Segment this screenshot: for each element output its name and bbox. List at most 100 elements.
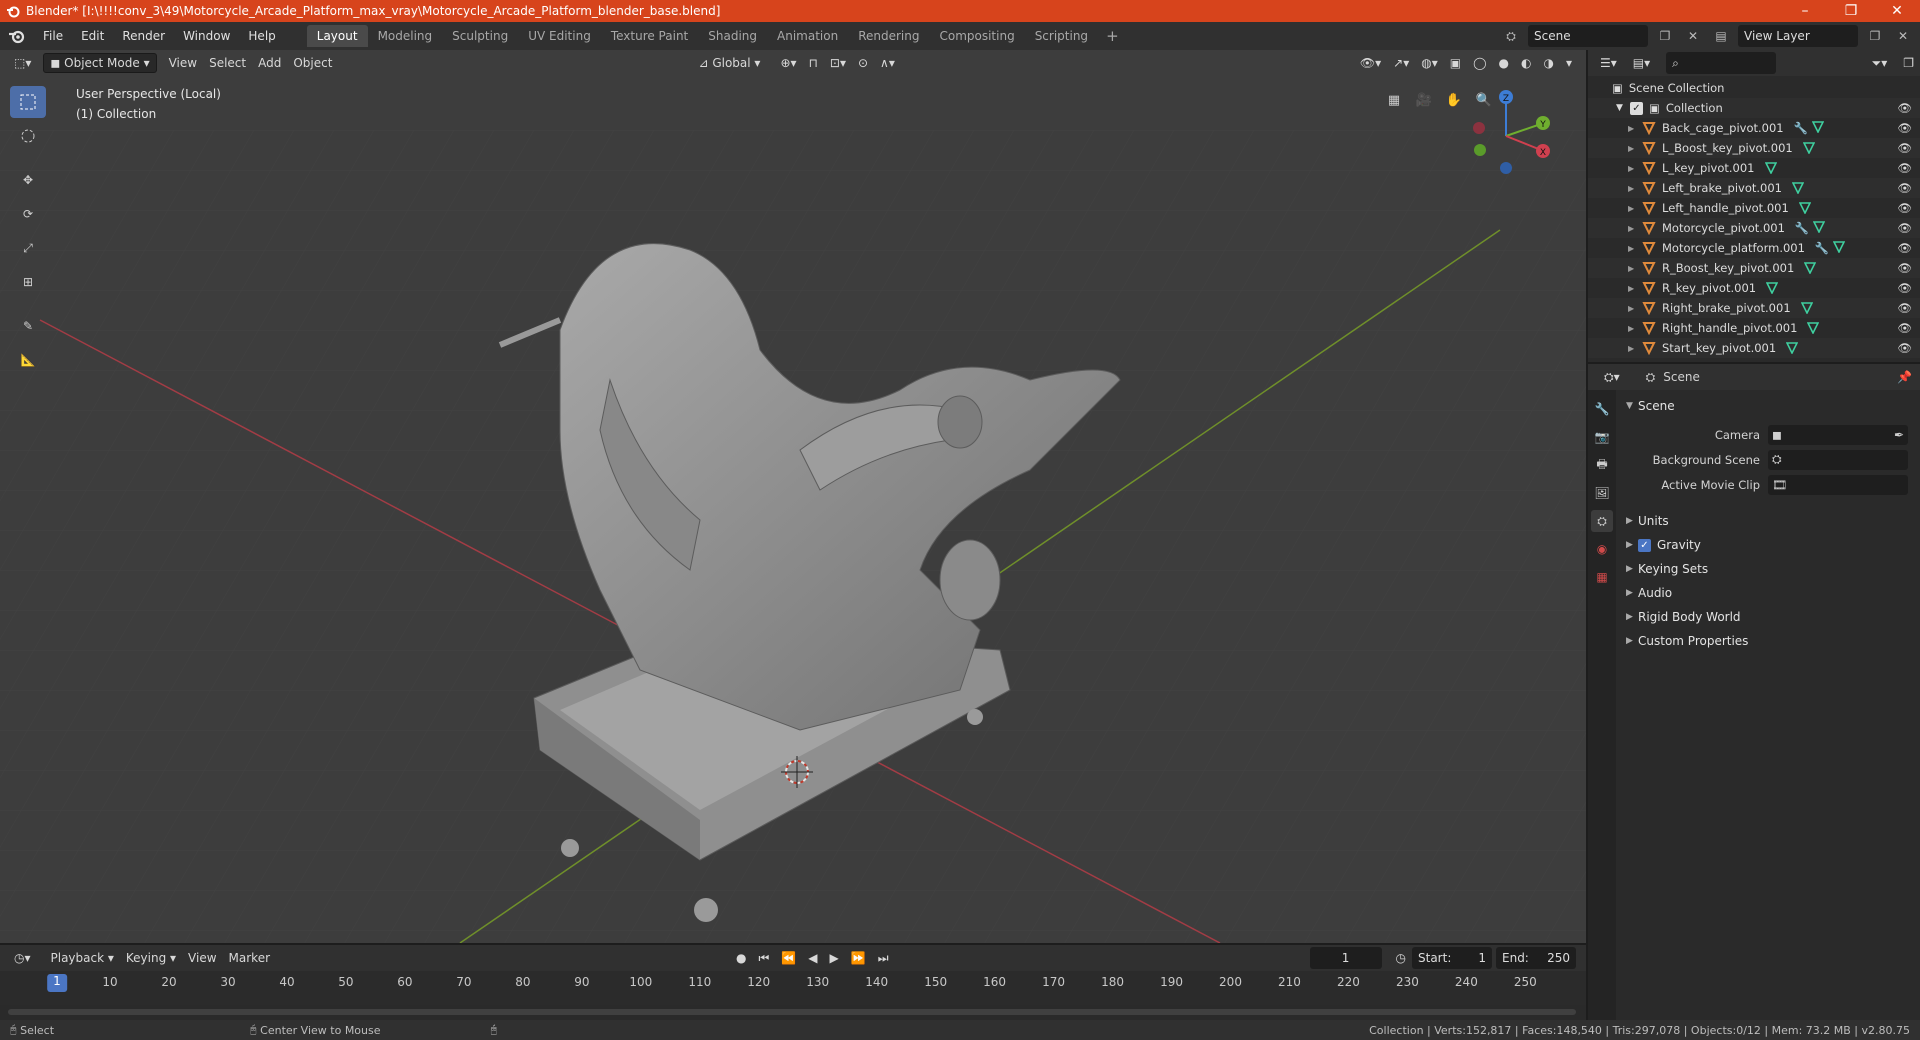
mesh-data-icon[interactable]	[1800, 302, 1813, 314]
filter-icon[interactable]: ⏷▾	[1866, 53, 1894, 73]
outliner-editor-type-icon[interactable]: ☰▾	[1594, 53, 1623, 73]
new-view-layer-icon[interactable]: ❐	[1864, 25, 1886, 47]
material-shading-icon[interactable]: ◐	[1515, 53, 1537, 73]
expand-arrow-icon[interactable]: ▶	[1628, 324, 1642, 333]
eye-icon[interactable]: 👁	[1897, 121, 1912, 135]
3d-viewport[interactable]: ⬚▾ ◼ Object Mode ▾ View Select Add Objec…	[0, 50, 1586, 943]
eyedropper-icon[interactable]: ✒	[1894, 428, 1904, 442]
rotate-tool[interactable]: ⟳	[10, 198, 46, 230]
solid-shading-icon[interactable]: ●	[1493, 53, 1515, 73]
tab-shading[interactable]: Shading	[698, 25, 767, 47]
texture-tab-icon[interactable]: ▦	[1591, 566, 1613, 588]
expand-arrow-icon[interactable]: ▶	[1628, 184, 1642, 193]
eye-icon[interactable]: 👁	[1897, 201, 1912, 215]
expand-arrow-icon[interactable]: ▶	[1628, 284, 1642, 293]
scene-collection-row[interactable]: ▣ Scene Collection	[1588, 78, 1920, 98]
mesh-data-icon[interactable]	[1833, 241, 1846, 253]
play-reverse-icon[interactable]: ◀	[802, 948, 823, 968]
tab-modeling[interactable]: Modeling	[368, 25, 443, 47]
wrench-modifier-icon[interactable]: 🔧	[1815, 241, 1829, 255]
menu-help[interactable]: Help	[239, 29, 284, 43]
outliner-object-row[interactable]: ▶ Right_handle_pivot.001 👁	[1588, 318, 1920, 338]
scene-name-field[interactable]: Scene	[1528, 25, 1648, 47]
cursor-tool[interactable]	[10, 120, 46, 152]
menu-object[interactable]: Object	[287, 53, 338, 73]
expand-arrow-icon[interactable]: ▶	[1628, 344, 1642, 353]
scene-panel-header[interactable]: ▼ Scene	[1618, 394, 1918, 418]
delete-scene-icon[interactable]: ✕	[1682, 25, 1704, 47]
mesh-data-icon[interactable]	[1764, 162, 1777, 174]
mesh-data-icon[interactable]	[1804, 262, 1817, 274]
mesh-data-icon[interactable]	[1813, 221, 1826, 233]
eye-icon[interactable]: 👁	[1897, 301, 1912, 315]
expand-arrow-icon[interactable]: ▶	[1628, 164, 1642, 173]
xray-icon[interactable]: ▣	[1444, 53, 1467, 73]
outliner-object-row[interactable]: ▶ Start_key_pivot.001 👁	[1588, 338, 1920, 358]
collection-row[interactable]: ▼ ✓ ▣ Collection 👁	[1588, 98, 1920, 118]
eye-icon[interactable]: 👁	[1897, 241, 1912, 255]
jump-start-icon[interactable]: ⏮	[753, 948, 776, 968]
menu-playback[interactable]: Playback ▾	[45, 948, 120, 968]
menu-add[interactable]: Add	[252, 53, 287, 73]
eye-icon[interactable]: 👁	[1897, 181, 1912, 195]
eye-icon[interactable]: 👁	[1897, 101, 1912, 115]
outliner-object-row[interactable]: ▶ Motorcycle_platform.001 🔧 👁	[1588, 238, 1920, 258]
neg-z-axis-handle[interactable]	[1500, 162, 1512, 174]
scene-tab-icon[interactable]: ⛭	[1591, 510, 1613, 532]
menu-file[interactable]: File	[34, 29, 72, 43]
wireframe-shading-icon[interactable]: ◯	[1467, 53, 1492, 73]
camera-view-icon[interactable]: 🎥	[1412, 88, 1436, 112]
eye-icon[interactable]: 👁	[1897, 141, 1912, 155]
neg-y-axis-handle[interactable]	[1474, 144, 1486, 156]
tab-compositing[interactable]: Compositing	[929, 25, 1024, 47]
expand-arrow-icon[interactable]: ▶	[1628, 144, 1642, 153]
menu-marker[interactable]: Marker	[223, 948, 276, 968]
rendered-shading-icon[interactable]: ◑	[1537, 53, 1559, 73]
editor-type-icon[interactable]: ⬚▾	[8, 53, 37, 73]
tab-rendering[interactable]: Rendering	[848, 25, 929, 47]
eye-icon[interactable]: 👁	[1897, 161, 1912, 175]
mode-select[interactable]: ◼ Object Mode ▾	[43, 53, 157, 73]
new-collection-icon[interactable]: ❐	[1897, 53, 1920, 73]
tab-texture-paint[interactable]: Texture Paint	[601, 25, 698, 47]
world-tab-icon[interactable]: ◉	[1591, 538, 1613, 560]
tab-animation[interactable]: Animation	[767, 25, 848, 47]
outliner-object-row[interactable]: ▶ Motorcycle_pivot.001 🔧 👁	[1588, 218, 1920, 238]
pivot-point-icon[interactable]: ⊕▾	[774, 53, 802, 73]
custom-properties-panel-header[interactable]: ▶ Custom Properties	[1618, 629, 1918, 653]
falloff-icon[interactable]: ∧▾	[874, 53, 901, 73]
new-scene-icon[interactable]: ❐	[1654, 25, 1676, 47]
pin-icon[interactable]: 📌	[1897, 370, 1912, 384]
jump-end-icon[interactable]: ⏭	[872, 948, 895, 968]
menu-edit[interactable]: Edit	[72, 29, 113, 43]
gravity-panel-header[interactable]: ▶ ✓ Gravity	[1618, 533, 1918, 557]
menu-keying[interactable]: Keying ▾	[120, 948, 182, 968]
shading-options-icon[interactable]: ▾	[1560, 53, 1578, 73]
outliner-object-row[interactable]: ▶ R_key_pivot.001 👁	[1588, 278, 1920, 298]
outliner-object-row[interactable]: ▶ L_Boost_key_pivot.001 👁	[1588, 138, 1920, 158]
transform-orientation-select[interactable]: ⊿ Global ▾	[692, 53, 766, 73]
outliner-object-row[interactable]: ▶ Back_cage_pivot.001 🔧 👁	[1588, 118, 1920, 138]
eye-icon[interactable]: 👁	[1897, 261, 1912, 275]
eye-icon[interactable]: 👁	[1897, 341, 1912, 355]
jump-keyframe-back-icon[interactable]: ⏪	[775, 948, 802, 968]
add-workspace-button[interactable]: +	[1098, 25, 1127, 47]
eye-icon[interactable]: 👁	[1897, 281, 1912, 295]
outliner-search-input[interactable]: ⌕	[1666, 52, 1777, 74]
record-icon[interactable]: ●	[730, 948, 752, 968]
tab-layout[interactable]: Layout	[306, 25, 368, 47]
transform-tool[interactable]: ⊞	[10, 266, 46, 298]
mesh-data-icon[interactable]	[1802, 142, 1815, 154]
preview-range-clock-icon[interactable]: ◷	[1390, 948, 1412, 968]
menu-render[interactable]: Render	[113, 29, 174, 43]
tab-sculpting[interactable]: Sculpting	[442, 25, 518, 47]
blender-logo-icon[interactable]	[8, 27, 26, 45]
minimize-button[interactable]: –	[1782, 0, 1828, 22]
view-layer-tab-icon[interactable]: 🖼	[1591, 482, 1613, 504]
view-layer-field[interactable]: View Layer	[1738, 25, 1858, 47]
measure-tool[interactable]: 📐	[10, 344, 46, 376]
timeline-ruler[interactable]: 1 10 20 30 40 50 60 70 80 90 100 110 120 130 140 150 16…	[0, 971, 1586, 1005]
menu-select[interactable]: Select	[203, 53, 252, 73]
outliner-object-row[interactable]: ▶ R_Boost_key_pivot.001 👁	[1588, 258, 1920, 278]
render-tab-icon[interactable]: 📷	[1591, 426, 1613, 448]
